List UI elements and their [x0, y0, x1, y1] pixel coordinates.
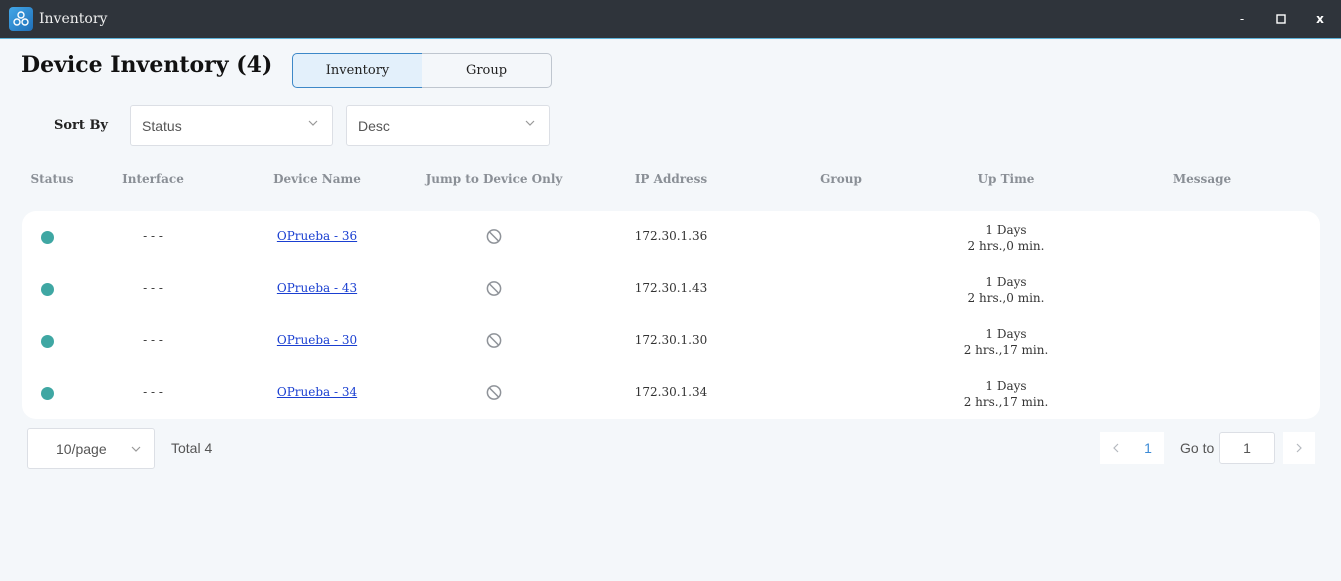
column-header-ip[interactable]: IP Address	[635, 172, 707, 186]
table-row: - - - OPrueba - 36 172.30.1.36 1 Days 2 …	[22, 211, 1320, 263]
column-header-device-name[interactable]: Device Name	[273, 172, 361, 186]
chevron-left-icon	[1113, 443, 1119, 453]
uptime-cell: 1 Days 2 hrs.,17 min.	[964, 378, 1049, 410]
uptime-time: 2 hrs.,0 min.	[967, 239, 1045, 253]
interface-cell: - - -	[143, 281, 163, 295]
total-count: Total 4	[171, 440, 213, 456]
chevron-down-icon	[525, 120, 535, 126]
disabled-icon	[486, 333, 502, 348]
disabled-icon	[486, 385, 502, 400]
close-icon: x	[1316, 12, 1324, 26]
column-header-message[interactable]: Message	[1173, 172, 1231, 186]
ip-cell: 172.30.1.43	[634, 281, 708, 295]
table-row: - - - OPrueba - 43 172.30.1.43 1 Days 2 …	[22, 263, 1320, 315]
page-size-select[interactable]: 10/page	[27, 428, 155, 469]
app-logo-icon	[9, 7, 33, 31]
uptime-time: 2 hrs.,0 min.	[967, 291, 1045, 305]
maximize-icon	[1276, 14, 1286, 24]
device-name-link[interactable]: OPrueba - 43	[277, 281, 357, 295]
chevron-down-icon	[131, 446, 141, 452]
device-table: - - - OPrueba - 36 172.30.1.36 1 Days 2 …	[22, 211, 1320, 419]
prev-page-button[interactable]	[1100, 432, 1132, 464]
chevron-right-icon	[1296, 443, 1302, 453]
column-header-group[interactable]: Group	[820, 172, 862, 186]
sort-order-select[interactable]: Desc	[346, 105, 550, 146]
divider	[0, 38, 1341, 39]
device-name-link[interactable]: OPrueba - 36	[277, 229, 357, 243]
minimize-button[interactable]: -	[1227, 7, 1257, 31]
uptime-days: 1 Days	[985, 327, 1027, 341]
page-number-1[interactable]: 1	[1132, 432, 1164, 464]
disabled-icon	[486, 281, 502, 296]
column-header-jump[interactable]: Jump to Device Only	[426, 172, 563, 186]
tab-group[interactable]: Group	[422, 53, 552, 88]
column-header-interface[interactable]: Interface	[122, 172, 184, 186]
interface-cell: - - -	[143, 385, 163, 399]
sort-by-label: Sort By	[54, 118, 108, 133]
sort-field-select[interactable]: Status	[130, 105, 333, 146]
goto-page-input[interactable]: 1	[1219, 432, 1275, 464]
uptime-cell: 1 Days 2 hrs.,17 min.	[964, 326, 1049, 358]
page-title: Device Inventory (4)	[21, 52, 273, 78]
uptime-days: 1 Days	[985, 379, 1027, 393]
close-button[interactable]: x	[1305, 7, 1335, 31]
sort-order-value: Desc	[358, 118, 390, 134]
chevron-down-icon	[308, 120, 318, 126]
uptime-cell: 1 Days 2 hrs.,0 min.	[968, 274, 1045, 306]
uptime-time: 2 hrs.,17 min.	[963, 395, 1049, 409]
device-name-link[interactable]: OPrueba - 30	[277, 333, 357, 347]
table-row: - - - OPrueba - 30 172.30.1.30 1 Days 2 …	[22, 315, 1320, 367]
interface-cell: - - -	[143, 229, 163, 243]
disabled-icon	[486, 229, 502, 244]
window-title: Inventory	[39, 11, 108, 27]
interface-cell: - - -	[143, 333, 163, 347]
page-size-value: 10/page	[56, 441, 107, 457]
next-page-button[interactable]	[1283, 432, 1315, 464]
ip-cell: 172.30.1.34	[634, 385, 708, 399]
uptime-days: 1 Days	[985, 223, 1027, 237]
column-header-status[interactable]: Status	[30, 172, 73, 186]
status-online-indicator	[41, 231, 54, 244]
status-online-indicator	[41, 387, 54, 400]
maximize-button[interactable]	[1266, 7, 1296, 31]
table-row: - - - OPrueba - 34 172.30.1.34 1 Days 2 …	[22, 367, 1320, 419]
minimize-icon: -	[1239, 12, 1245, 26]
uptime-days: 1 Days	[985, 275, 1027, 289]
ip-cell: 172.30.1.30	[634, 333, 708, 347]
column-header-uptime[interactable]: Up Time	[978, 172, 1035, 186]
goto-label: Go to	[1180, 440, 1215, 456]
status-online-indicator	[41, 335, 54, 348]
ip-cell: 172.30.1.36	[634, 229, 708, 243]
tab-inventory[interactable]: Inventory	[292, 53, 423, 88]
uptime-time: 2 hrs.,17 min.	[963, 343, 1049, 357]
title-bar: Inventory - x	[0, 0, 1341, 38]
status-online-indicator	[41, 283, 54, 296]
uptime-cell: 1 Days 2 hrs.,0 min.	[968, 222, 1045, 254]
sort-field-value: Status	[142, 118, 182, 134]
device-name-link[interactable]: OPrueba - 34	[277, 385, 357, 399]
